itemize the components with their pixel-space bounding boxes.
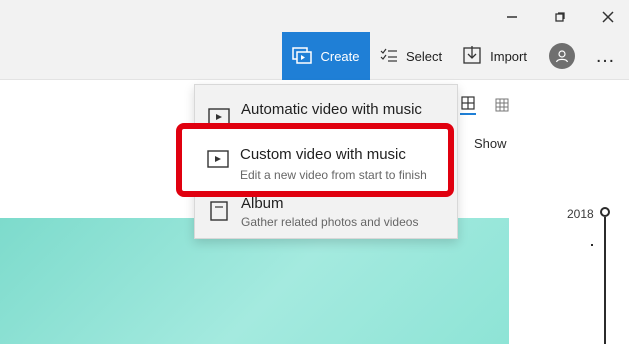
timeline-year[interactable]: 2018 [567, 207, 594, 221]
highlight-box: Custom video with music Edit a new video… [176, 123, 454, 197]
create-label: Create [320, 48, 360, 64]
show-label: Show [474, 136, 507, 151]
more-icon[interactable]: … [595, 45, 617, 68]
restore-icon[interactable] [551, 8, 569, 26]
grid-large-icon[interactable] [460, 95, 476, 115]
create-icon [292, 46, 313, 67]
profile-icon[interactable] [548, 43, 575, 69]
window-controls [503, 8, 617, 26]
import-label: Import [490, 48, 527, 64]
timeline-line [604, 217, 606, 344]
toolbar: Create Select Import … [282, 32, 617, 80]
menu-item-description: Gather related photos and videos [241, 215, 419, 229]
top-bar: Create Select Import … [0, 0, 629, 80]
menu-item-custom-video[interactable]: Custom video with music Edit a new video… [182, 129, 448, 191]
timeline-tick [591, 244, 593, 246]
create-button[interactable]: Create [282, 32, 370, 80]
view-controls [460, 95, 510, 115]
import-button[interactable]: Import [452, 32, 537, 80]
timeline-marker[interactable] [600, 207, 610, 217]
album-icon [207, 199, 231, 223]
import-icon [462, 45, 482, 67]
menu-item-title: Automatic video with music [241, 101, 422, 118]
menu-item-title: Album [241, 195, 284, 212]
menu-item-title: Custom video with music [240, 146, 406, 163]
show-filter[interactable]: Show [474, 136, 507, 151]
select-button[interactable]: Select [370, 32, 452, 80]
close-icon[interactable] [599, 8, 617, 26]
video-icon [206, 147, 230, 171]
minimize-icon[interactable] [503, 8, 521, 26]
menu-item-description: Edit a new video from start to finish [240, 168, 427, 182]
grid-small-icon[interactable] [494, 97, 510, 113]
select-label: Select [406, 48, 443, 64]
select-list-icon [380, 47, 398, 66]
